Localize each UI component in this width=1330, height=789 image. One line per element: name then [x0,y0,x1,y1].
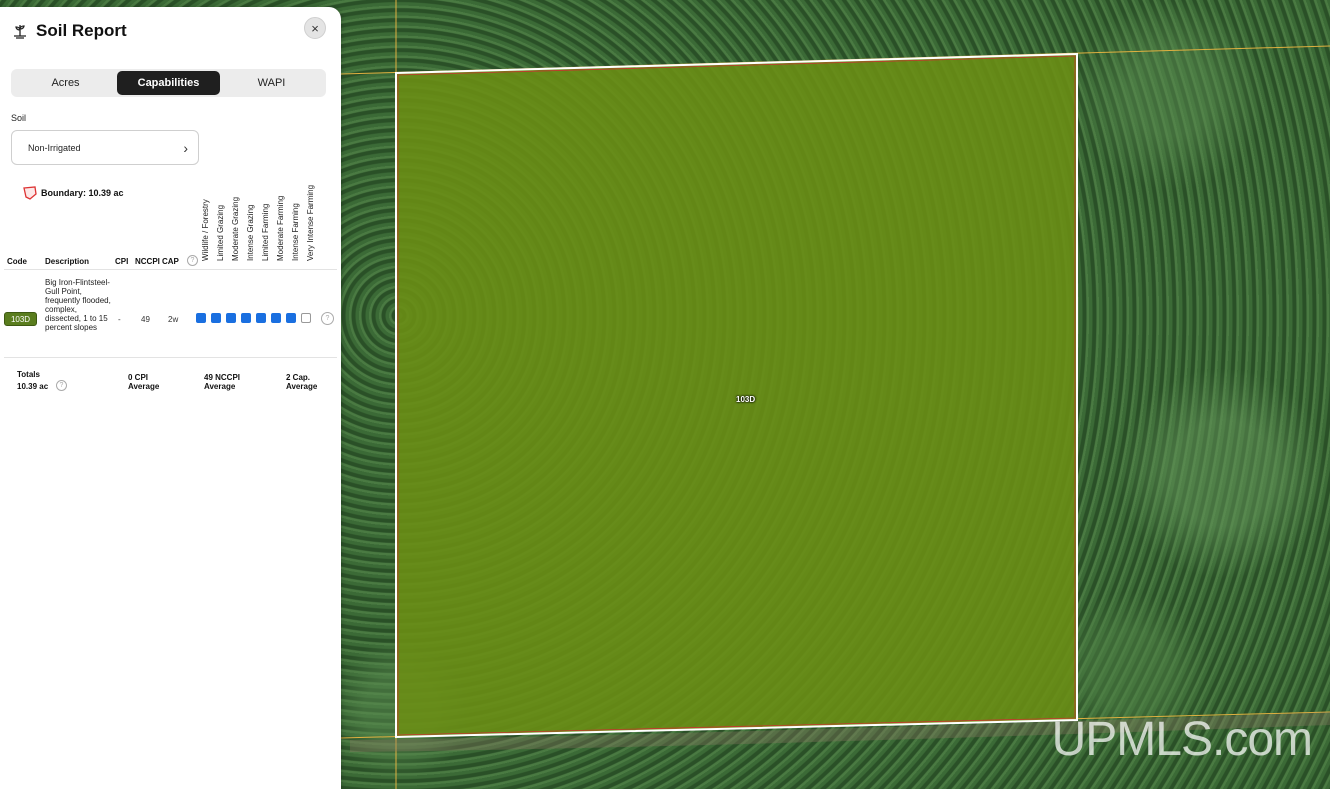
tab-capabilities[interactable]: Capabilities [117,71,220,95]
totals-cpi-sub: Average [128,382,160,391]
panel-title: Soil Report [36,21,127,40]
totals-cap-value: 2 Cap. [286,373,311,382]
totals-help-icon[interactable]: ? [56,380,67,391]
column-header-nccpi: NCCPI [135,257,160,266]
cap-header-moderate-grazing: Moderate Grazing [231,196,240,261]
column-header-code: Code [7,257,27,266]
boundary-summary: Boundary: 10.39 ac [22,185,124,201]
cap-header-very-intense-farming: Very Intense Farming [306,184,315,261]
boundary-text: Boundary: 10.39 ac [41,188,124,198]
close-button[interactable]: × [304,17,326,39]
soil-description: Big Iron-Flintsteel-Gull Point, frequent… [45,278,111,332]
row-help-icon[interactable]: ? [321,312,334,325]
capability-box [211,313,221,323]
column-header-cpi: CPI [115,257,129,266]
capability-box [196,313,206,323]
capability-box [226,313,236,323]
row-cpi: - [118,315,121,324]
soil-label: Soil [11,113,27,123]
report-tabs: Acres Capabilities WAPI [11,69,326,97]
watermark: UPMLS.com [1051,713,1313,766]
totals-cpi-value: 0 CPI [128,373,149,382]
totals-nccpi-value: 49 NCCPI [204,373,241,382]
cap-header-intense-farming: Intense Farming [291,203,300,261]
capability-box [271,313,281,323]
column-header-description: Description [45,257,90,266]
chevron-right-icon: › [183,139,188,156]
capability-box [301,313,311,323]
totals-label: Totals [17,370,40,379]
cap-header-limited-grazing: Limited Grazing [216,204,225,261]
divider [4,357,337,358]
cap-header-intense-grazing: Intense Grazing [246,204,255,261]
totals-acres: 10.39 ac [17,382,49,391]
close-icon: × [311,20,319,36]
panel-header: Soil Report [12,21,127,41]
totals-nccpi-sub: Average [204,382,236,391]
boundary-polygon-icon [23,186,37,200]
tab-acres[interactable]: Acres [14,71,117,95]
soil-report-panel: Soil Report × Acres Capabilities WAPI So… [0,7,341,789]
column-header-cap: CAP [162,257,179,266]
capability-box [286,313,296,323]
capability-box [241,313,251,323]
soil-code-badge[interactable]: 103D [4,312,37,326]
totals-cap-sub: Average [286,382,318,391]
row-cap: 2w [168,315,179,324]
divider [4,269,337,270]
soil-irrigation-select[interactable]: Non-Irrigated › [11,130,199,165]
capability-box [256,313,266,323]
row-nccpi: 49 [141,315,150,324]
soil-plant-icon [14,25,26,39]
soil-select-value: Non-Irrigated [28,142,81,153]
cap-header-moderate-farming: Moderate Farming [276,195,285,261]
parcel-soil-label: 103D [736,395,756,404]
cap-header-wildlife: Wildlife / Forestry [201,199,210,261]
cap-header-limited-farming: Limited Farming [261,203,270,261]
tab-wapi[interactable]: WAPI [220,71,323,95]
help-icon[interactable]: ? [187,255,198,266]
